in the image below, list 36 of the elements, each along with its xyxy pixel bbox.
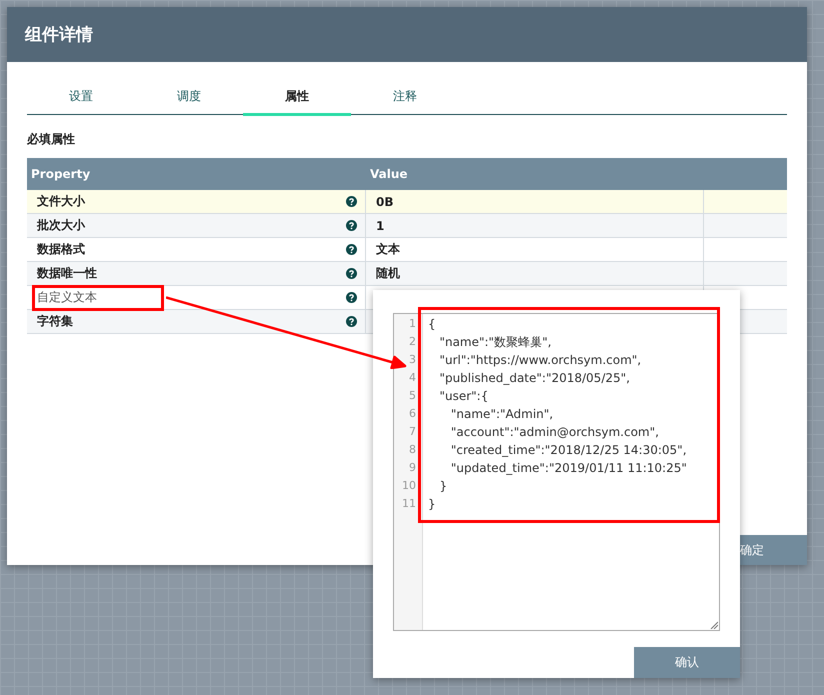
code-line: } bbox=[428, 497, 436, 511]
code-line: } bbox=[438, 479, 448, 493]
code-line: "updated_time":"2019/01/11 11:10:25" bbox=[450, 461, 687, 475]
code-line: "account":"admin@orchsym.com", bbox=[450, 425, 659, 439]
line-number: 5 bbox=[408, 388, 417, 404]
line-number: 2 bbox=[408, 334, 417, 350]
line-number: 7 bbox=[408, 424, 417, 440]
property-name: 自定义文本 bbox=[37, 289, 97, 306]
code-line: { bbox=[428, 317, 436, 331]
dialog-title: 组件详情 bbox=[25, 24, 93, 46]
property-name: 批次大小 bbox=[37, 217, 85, 234]
code-line: "url":"https://www.orchsym.com", bbox=[438, 353, 642, 367]
property-value: 1 bbox=[376, 218, 384, 232]
line-number: 1 bbox=[408, 316, 417, 332]
code-line: "published_date":"2018/05/25", bbox=[438, 371, 630, 385]
section-title: 必填属性 bbox=[27, 131, 75, 148]
column-header: Property bbox=[30, 166, 92, 183]
property-name: 数据格式 bbox=[37, 241, 85, 258]
property-value: 随机 bbox=[376, 265, 400, 282]
line-number: 11 bbox=[401, 496, 417, 512]
property-name: 字符集 bbox=[37, 313, 73, 330]
code-line: "name":"Admin", bbox=[450, 407, 554, 421]
line-number: 3 bbox=[408, 352, 417, 368]
property-value: 文本 bbox=[376, 241, 400, 258]
code-line: "created_time":"2018/12/25 14:30:05", bbox=[450, 443, 687, 457]
line-number: 6 bbox=[408, 406, 417, 422]
column-header: Value bbox=[369, 166, 409, 183]
code-line: "user":{ bbox=[438, 389, 488, 403]
line-number: 8 bbox=[408, 442, 417, 458]
line-number: 4 bbox=[408, 370, 417, 386]
code-line: "name":"数聚蜂巢", bbox=[438, 335, 552, 349]
property-name: 数据唯一性 bbox=[37, 265, 97, 282]
property-value: 0B bbox=[376, 194, 394, 208]
line-number: 9 bbox=[408, 460, 417, 476]
property-name: 文件大小 bbox=[37, 193, 85, 210]
line-number: 10 bbox=[401, 478, 417, 494]
